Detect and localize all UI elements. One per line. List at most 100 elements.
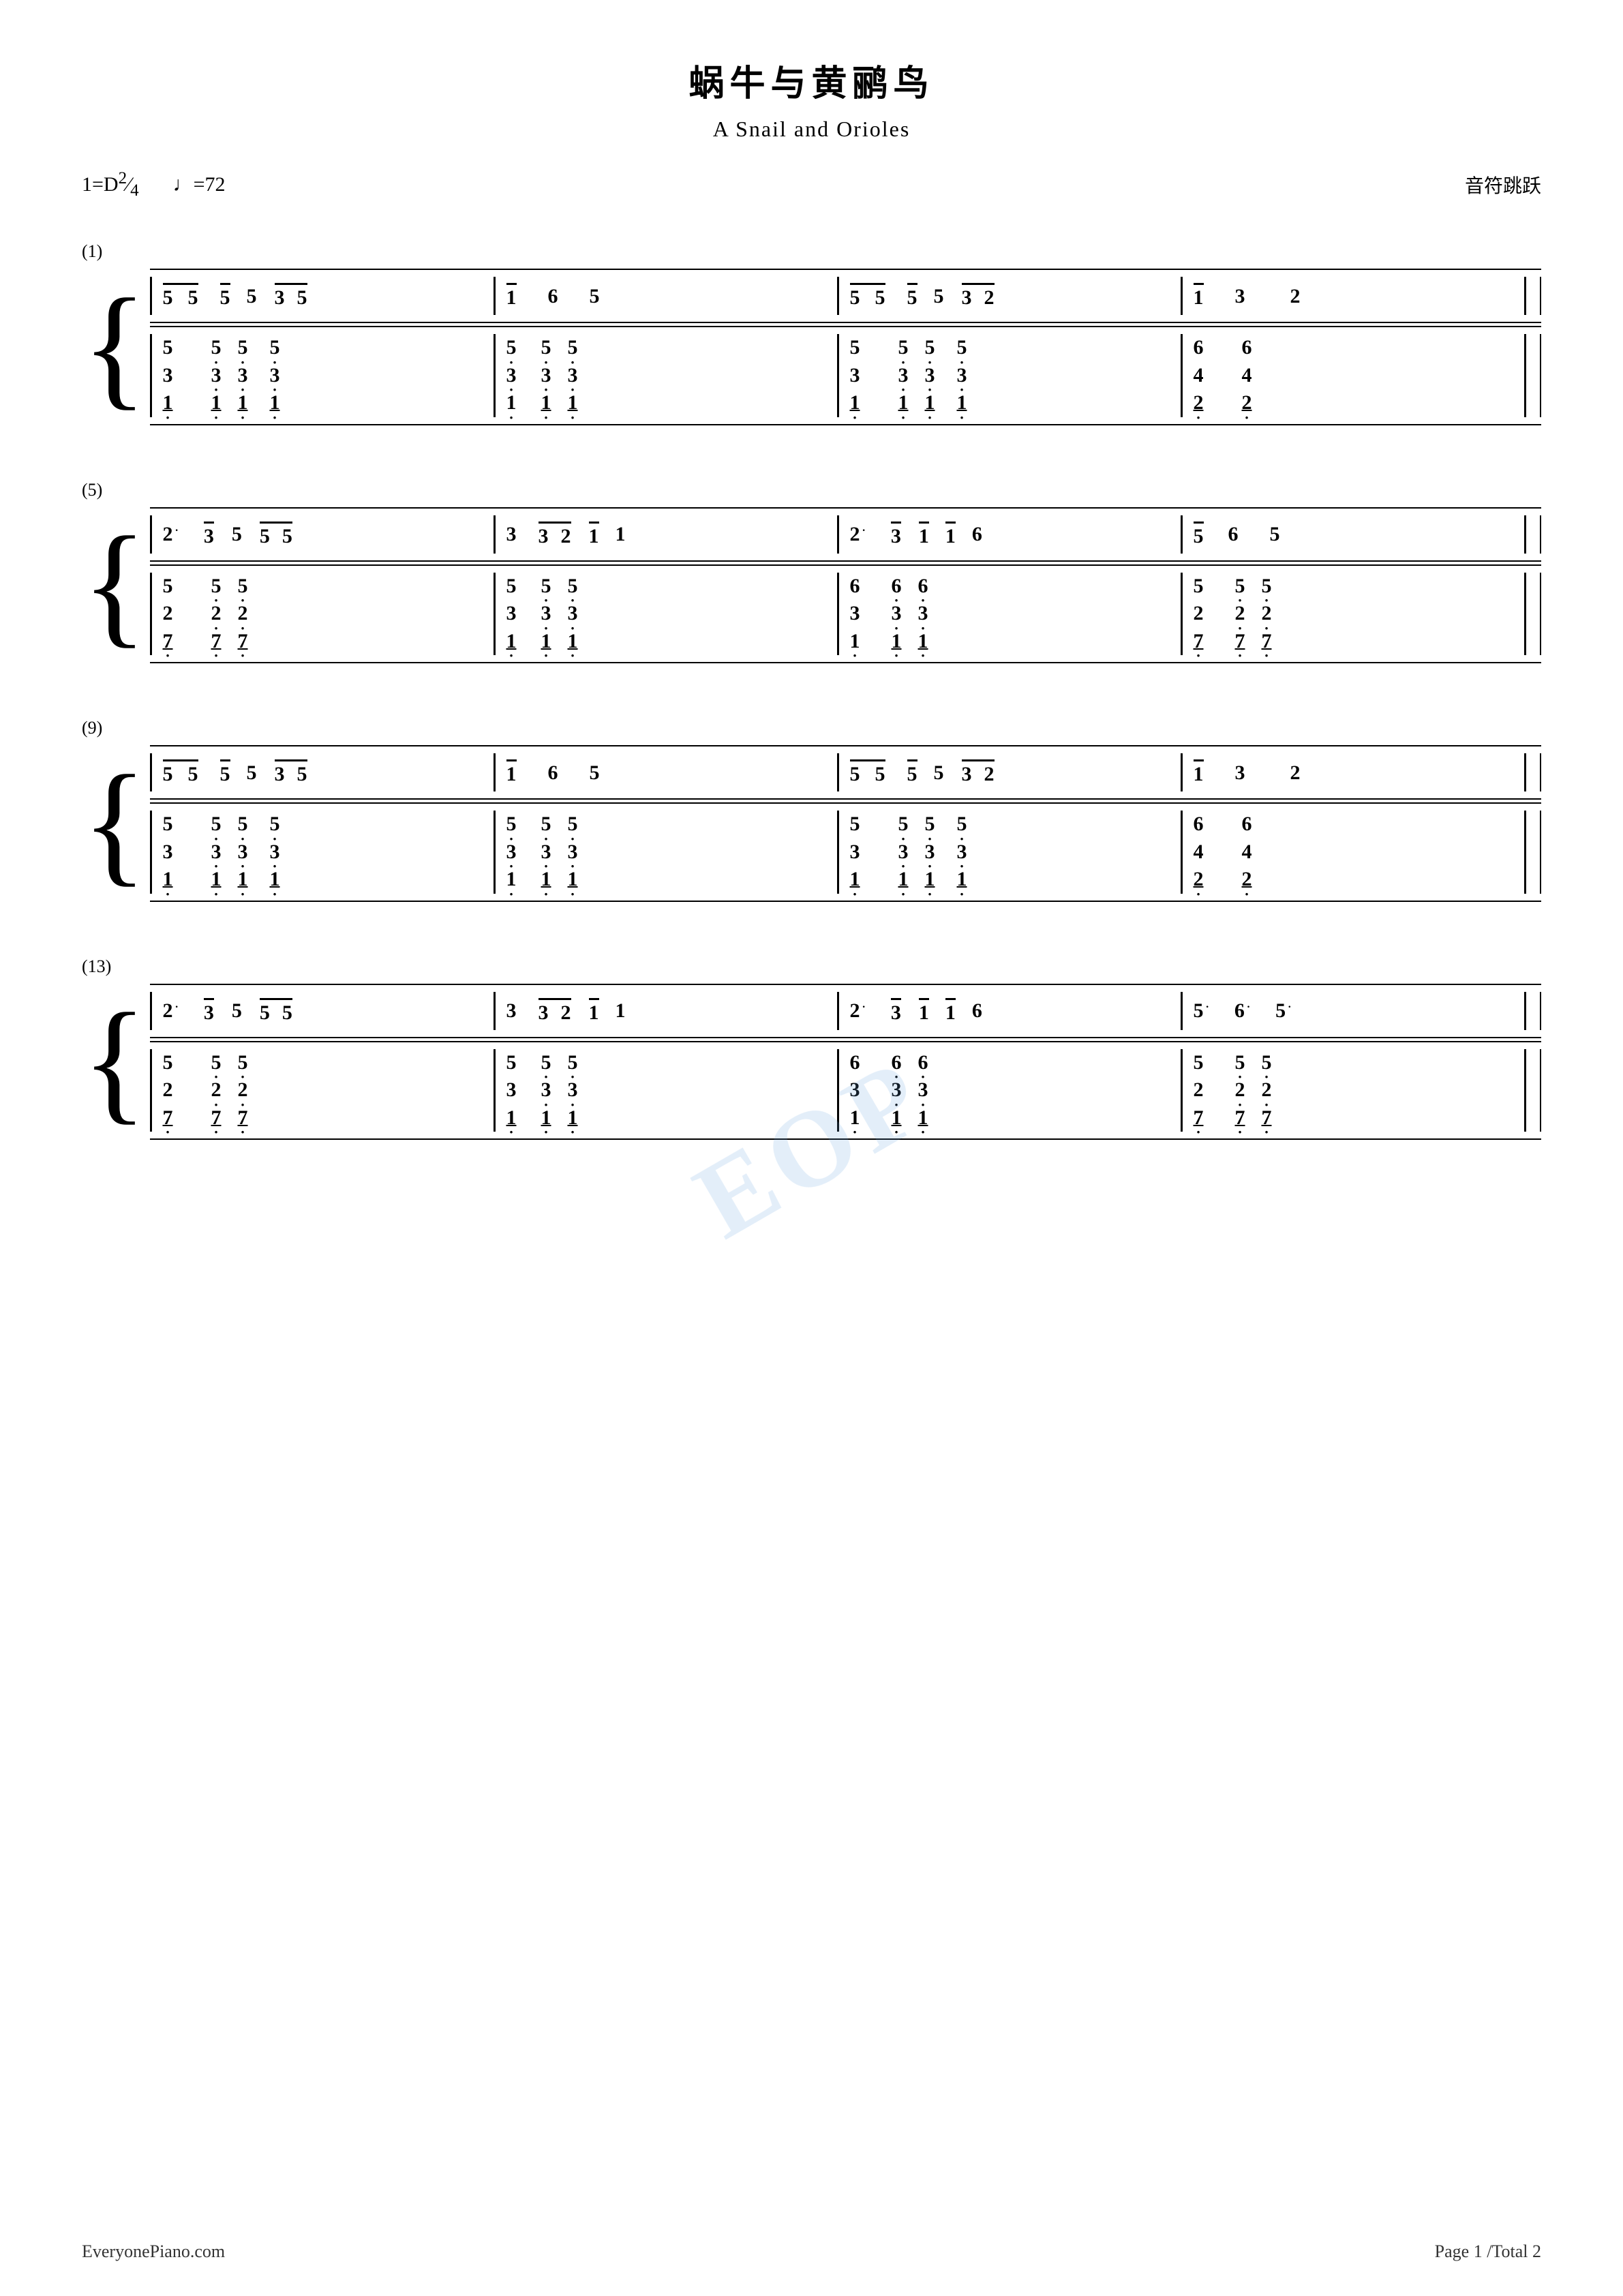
chord-b14a: 531 bbox=[506, 1049, 517, 1132]
chord-b5c: 527 bbox=[238, 573, 248, 656]
chord-b9d: 531 bbox=[270, 811, 280, 894]
beam-1-m14: 1 bbox=[589, 998, 599, 1024]
bass-end-vl-9 bbox=[1540, 811, 1542, 894]
beam-5: 5 bbox=[220, 283, 230, 309]
section-5: (5) { 2 · 3 5 bbox=[82, 480, 1541, 664]
chord-b1a: 531 bbox=[163, 334, 173, 417]
beam-35-m9: 3 5 bbox=[275, 759, 307, 785]
staff-system-13: { 2 · 3 5 bbox=[82, 984, 1541, 1141]
chord-b9a: 531 bbox=[163, 811, 173, 894]
beam-55-m13: 5 5 bbox=[260, 998, 292, 1024]
note-5dot-m16: 5 · bbox=[1194, 999, 1210, 1022]
note-1-m2: 1 bbox=[506, 286, 517, 309]
section-9: (9) { 5 5 5 bbox=[82, 718, 1541, 902]
chord-b13a: 527 bbox=[163, 1049, 173, 1132]
bass-m6: 531 531 531 bbox=[496, 573, 838, 656]
note-5d: 5 bbox=[247, 285, 257, 307]
note-6-m2: 6 bbox=[548, 285, 558, 307]
title-chinese: 蜗牛与黄鹂鸟 bbox=[82, 55, 1541, 106]
beam-55-m3: 5 5 bbox=[850, 283, 885, 309]
treble-staff-13: 2 · 3 5 5 5 bbox=[150, 984, 1541, 1038]
bass-m8: 527 527 527 bbox=[1183, 573, 1525, 656]
footer: EveryonePiano.com Page 1 /Total 2 bbox=[82, 2241, 1541, 2262]
bass-m12: 642 642 bbox=[1183, 811, 1525, 894]
tempo-info: 1=D2⁄4 ♩=72 bbox=[82, 169, 226, 200]
staff-system-1: { 5 5 5 5 bbox=[82, 269, 1541, 425]
note-5dot2-m16: 5 · bbox=[1275, 999, 1292, 1022]
note-5: 5 bbox=[163, 286, 173, 309]
bass-bar-4-end bbox=[1524, 334, 1526, 417]
bar-8-end bbox=[1524, 515, 1526, 554]
chord-b6c: 531 bbox=[568, 573, 578, 656]
staff-13-wrap: 2 · 3 5 5 5 bbox=[150, 984, 1541, 1141]
chord-b8a: 527 bbox=[1194, 573, 1204, 656]
end-vl-9 bbox=[1540, 753, 1542, 791]
measure-2-treble: 1 6 5 bbox=[496, 283, 838, 309]
chord-b15a: 631 bbox=[850, 1049, 860, 1132]
measure-3-treble: 5 5 5 5 3 2 bbox=[839, 283, 1181, 309]
bass-m3: 531 531 531 531 bbox=[839, 334, 1181, 417]
note-5-m3d: 5 bbox=[934, 285, 944, 307]
section-1-label: (1) bbox=[82, 241, 1541, 262]
treble-staff-1: 5 5 5 5 3 5 bbox=[150, 269, 1541, 323]
bass-staff-1: 531 531 531 531 bbox=[150, 326, 1541, 425]
chord-b16c: 527 bbox=[1262, 1049, 1272, 1132]
measure-12-treble: 1 3 2 bbox=[1183, 759, 1525, 785]
note-6dot-m16: 6 · bbox=[1234, 999, 1251, 1022]
beam-5-m11c: 5 bbox=[907, 759, 917, 785]
beam-3-m5: 3 bbox=[204, 522, 214, 547]
beam-5-m3c: 5 bbox=[907, 283, 917, 309]
note-5b: 5 bbox=[188, 286, 198, 309]
measure-15-treble: 2 · 3 1 1 6 bbox=[839, 998, 1181, 1024]
brace-symbol-13: { bbox=[82, 1007, 147, 1116]
beam-1-m2: 1 bbox=[506, 283, 517, 309]
measure-16-treble: 5 · 6 · 5 · bbox=[1183, 999, 1525, 1022]
bass-staff-13: 527 527 527 531 bbox=[150, 1041, 1541, 1141]
bass-m15: 631 631 631 bbox=[839, 1049, 1181, 1132]
treble-staff-9: 5 5 5 5 3 5 bbox=[150, 745, 1541, 800]
chord-b2c: 531 bbox=[568, 334, 578, 417]
beam-1-m10: 1 bbox=[506, 759, 517, 785]
brace-1: { bbox=[82, 269, 150, 425]
note-2-m4: 2 bbox=[1290, 285, 1301, 307]
beam-1b-m7: 1 bbox=[945, 522, 956, 547]
chord-b11c: 531 bbox=[925, 811, 935, 894]
bar-16-end bbox=[1524, 992, 1526, 1030]
note-3-m3: 3 bbox=[962, 286, 972, 309]
treble-staff-5: 2 · 3 5 5 5 bbox=[150, 507, 1541, 562]
beam-5-m9c: 5 bbox=[220, 759, 230, 785]
chord-b5b: 527 bbox=[211, 573, 222, 656]
chord-b8c: 527 bbox=[1262, 573, 1272, 656]
note-2-m3: 2 bbox=[984, 286, 995, 309]
beam-1-m4: 1 bbox=[1194, 283, 1204, 309]
chord-b15b: 631 bbox=[892, 1049, 902, 1132]
beam-32-m6: 3 2 bbox=[539, 522, 571, 547]
chord-b1c: 531 bbox=[238, 334, 248, 417]
chord-b4b: 642 bbox=[1242, 334, 1252, 417]
chord-b10a: 531 bbox=[506, 811, 517, 894]
measure-9-treble: 5 5 5 5 3 5 bbox=[152, 759, 494, 785]
bass-end-vl-13 bbox=[1540, 1049, 1542, 1132]
measure-14-treble: 3 3 2 1 1 bbox=[496, 998, 838, 1024]
beam-1-m12: 1 bbox=[1194, 759, 1204, 785]
note-5-m2: 5 bbox=[590, 285, 600, 307]
measure-11-treble: 5 5 5 5 3 2 bbox=[839, 759, 1181, 785]
beam-35: 3 5 bbox=[275, 283, 307, 309]
section-13: (13) { 2 · 3 5 bbox=[82, 956, 1541, 1141]
bass-bar-8-end bbox=[1524, 573, 1526, 656]
bass-m4: 642 642 bbox=[1183, 334, 1525, 417]
staff-1-wrap: 5 5 5 5 3 5 bbox=[150, 269, 1541, 425]
bass-end-barline-1 bbox=[1540, 334, 1542, 417]
measure-1-treble: 5 5 5 5 3 5 bbox=[152, 283, 494, 309]
bass-m9: 531 531 531 531 bbox=[152, 811, 494, 894]
beam-32-m14: 3 2 bbox=[539, 998, 571, 1024]
staff-system-9: { 5 5 5 5 bbox=[82, 745, 1541, 902]
section-5-label: (5) bbox=[82, 480, 1541, 500]
chord-b7c: 631 bbox=[918, 573, 928, 656]
chord-b9c: 531 bbox=[238, 811, 248, 894]
chord-b4a: 642 bbox=[1194, 334, 1204, 417]
chord-b2a: 531 bbox=[506, 334, 517, 417]
bass-staff-5: 527 527 527 531 bbox=[150, 564, 1541, 664]
chord-b11a: 531 bbox=[850, 811, 860, 894]
bass-end-vl-5 bbox=[1540, 573, 1542, 656]
